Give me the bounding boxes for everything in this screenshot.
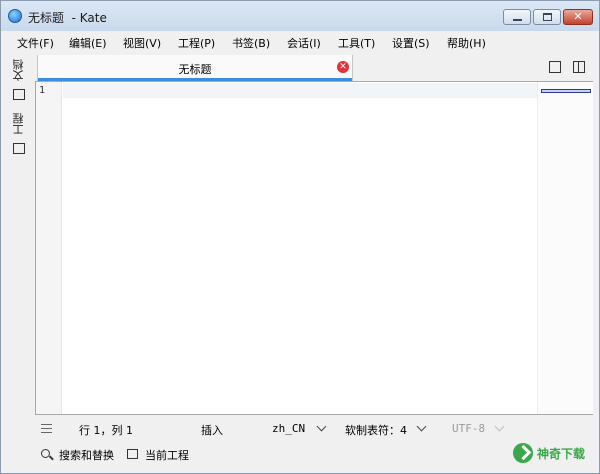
- folder-icon[interactable]: [13, 89, 25, 100]
- cursor-position[interactable]: 行 1，列 1: [79, 422, 133, 438]
- menu-sessions[interactable]: 会话(I): [287, 35, 321, 51]
- sidebar-tab-documents[interactable]: 文档: [11, 59, 27, 81]
- encoding-select[interactable]: UTF-8: [452, 422, 485, 435]
- menu-tools[interactable]: 工具(T): [338, 35, 375, 51]
- new-document-icon[interactable]: [549, 61, 561, 73]
- menu-bookmarks[interactable]: 书签(B): [232, 35, 270, 51]
- project-icon: [127, 449, 138, 459]
- lines-icon[interactable]: [41, 424, 52, 433]
- kate-window: 无标题 - Kate ✕ 文件(F) 编辑(E) 视图(V) 工程(P) 书签(…: [0, 0, 600, 474]
- project-list-icon[interactable]: [13, 143, 25, 154]
- dictionary-chevron-icon[interactable]: [316, 421, 327, 432]
- input-mode[interactable]: 插入: [201, 422, 223, 438]
- minimize-button[interactable]: [503, 9, 531, 25]
- menu-file[interactable]: 文件(F): [17, 35, 54, 51]
- line-number-gutter: 1: [36, 82, 62, 414]
- menu-settings[interactable]: 设置(S): [392, 35, 430, 51]
- close-icon: ✕: [573, 10, 583, 23]
- minimap-viewport[interactable]: [541, 89, 591, 93]
- title-bar: 无标题 - Kate ✕: [1, 1, 599, 31]
- dictionary-select[interactable]: zh_CN: [272, 422, 305, 435]
- text-editor[interactable]: 1: [35, 81, 593, 415]
- document-tab-bar: 无标题 ✕: [35, 55, 593, 81]
- menu-project[interactable]: 工程(P): [178, 35, 215, 51]
- minimize-icon: [513, 19, 522, 21]
- menu-edit[interactable]: 编辑(E): [69, 35, 107, 51]
- split-view-icon[interactable]: [573, 61, 585, 73]
- search-replace-button[interactable]: 搜索和替换: [59, 447, 114, 463]
- minimap-scrollbar[interactable]: [537, 82, 593, 414]
- watermark-text: 神奇下载: [537, 447, 586, 461]
- sidebar-tab-projects[interactable]: 工程: [11, 113, 27, 135]
- status-bar: 行 1，列 1 插入 zh_CN 软制表符：4 UTF-8: [35, 417, 593, 439]
- encoding-chevron-icon[interactable]: [494, 421, 505, 432]
- window-title: 无标题 - Kate: [28, 11, 107, 25]
- menu-bar: 文件(F) 编辑(E) 视图(V) 工程(P) 书签(B) 会话(I) 工具(T…: [1, 32, 599, 52]
- current-line-highlight: [63, 83, 537, 98]
- watermark-logo-icon: [513, 443, 533, 463]
- indent-chevron-icon[interactable]: [416, 421, 427, 432]
- tab-close-icon[interactable]: ✕: [337, 61, 349, 73]
- tab-label: 无标题: [178, 63, 212, 76]
- watermark: 神奇下载: [509, 439, 599, 467]
- maximize-button[interactable]: [533, 9, 561, 25]
- line-number: 1: [39, 85, 46, 96]
- menu-view[interactable]: 视图(V): [123, 35, 161, 51]
- search-icon: [41, 449, 50, 458]
- maximize-icon: [543, 13, 552, 21]
- tab-untitled[interactable]: 无标题 ✕: [37, 55, 353, 81]
- left-tool-sidebar: 文档 工程: [7, 55, 29, 415]
- close-window-button[interactable]: ✕: [563, 9, 593, 25]
- indentation-setting[interactable]: 软制表符：4: [345, 422, 407, 438]
- kate-app-icon: [8, 9, 22, 23]
- current-project-button[interactable]: 当前工程: [145, 447, 189, 463]
- menu-help[interactable]: 帮助(H): [447, 35, 486, 51]
